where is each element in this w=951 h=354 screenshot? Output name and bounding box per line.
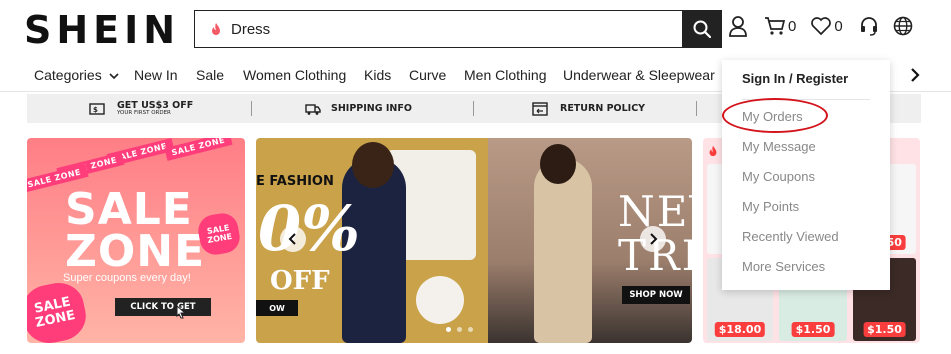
model-figure	[534, 158, 592, 343]
divider	[251, 101, 252, 116]
divider	[696, 101, 697, 116]
trending-flame-icon	[212, 23, 220, 35]
coupon-label: GET US$3 OFF	[117, 99, 194, 111]
return-label: RETURN POLICY	[560, 102, 646, 114]
pumpkin-decor	[416, 276, 464, 324]
nav-new-in[interactable]: New In	[134, 67, 178, 83]
nav-curve[interactable]: Curve	[409, 67, 446, 83]
cart-button[interactable]: 0	[764, 16, 796, 36]
return-policy[interactable]: RETURN POLICY	[532, 94, 645, 123]
nav-women-clothing[interactable]: Women Clothing	[243, 67, 346, 83]
nav-underwear-sleepwear[interactable]: Underwear & Sleepwear	[563, 67, 715, 83]
carousel-dot[interactable]	[457, 327, 462, 332]
flame-icon	[709, 145, 717, 157]
cart-icon	[765, 17, 786, 35]
chevron-left-icon	[288, 233, 296, 245]
carousel-shop-now-button[interactable]: SHOP NOW	[622, 286, 690, 304]
search-icon	[693, 20, 712, 39]
svg-text:$: $	[93, 106, 98, 114]
click-to-get-button[interactable]: CLICK TO GET	[115, 298, 211, 316]
heart-icon	[811, 17, 832, 36]
language-button[interactable]	[893, 16, 913, 36]
menu-item-more-services[interactable]: More Services	[742, 259, 825, 274]
search-bar[interactable]	[194, 10, 722, 48]
shipping-info[interactable]: SHIPPING INFO	[305, 94, 412, 123]
nav-categories[interactable]: Categories	[34, 67, 119, 83]
nav-next-arrow-icon[interactable]	[906, 66, 924, 84]
wishlist-count: 0	[834, 17, 843, 35]
header-icons: 0 0	[728, 15, 913, 37]
carousel-fashion-text: E FASHION	[256, 174, 334, 189]
price-tag: $1.50	[863, 322, 906, 337]
nav-sale[interactable]: Sale	[196, 67, 224, 83]
nav-label: Categories	[34, 67, 102, 83]
user-icon	[729, 16, 747, 37]
divider	[473, 101, 474, 116]
carousel-dot[interactable]	[468, 327, 473, 332]
menu-item-my-message[interactable]: My Message	[742, 139, 816, 154]
account-dropdown-menu: Sign In / Register My Orders My Message …	[722, 60, 890, 290]
wishlist-button[interactable]: 0	[810, 16, 843, 36]
cursor-hand-icon	[176, 305, 187, 319]
return-box-icon	[532, 101, 548, 116]
price-tag: $18.00	[714, 322, 766, 337]
search-input[interactable]	[231, 12, 682, 46]
shein-logo[interactable]: SHEIN	[24, 8, 180, 52]
carousel-discount-text: 0%	[258, 192, 361, 265]
menu-item-recently-viewed[interactable]: Recently Viewed	[742, 229, 839, 244]
model-hair	[352, 142, 394, 188]
sale-zone-corner-badge: SALE ZONE	[27, 278, 91, 343]
sign-in-register-link[interactable]: Sign In / Register	[742, 71, 848, 86]
coupon-info[interactable]: $ GET US$3 OFF YOUR FIRST ORDER	[89, 94, 193, 123]
carousel-dots	[446, 327, 473, 332]
account-button[interactable]	[728, 15, 750, 37]
sale-subtitle: Super coupons every day!	[63, 272, 191, 284]
support-button[interactable]	[859, 15, 879, 37]
headset-icon	[860, 17, 877, 36]
coupon-icon: $	[89, 102, 105, 115]
coupon-sublabel: YOUR FIRST ORDER	[117, 110, 171, 116]
globe-icon	[893, 16, 912, 36]
nav-men-clothing[interactable]: Men Clothing	[464, 67, 547, 83]
carousel-dot[interactable]	[446, 327, 451, 332]
chevron-down-icon	[109, 73, 119, 80]
shipping-label: SHIPPING INFO	[331, 102, 412, 114]
carousel-shop-now-left[interactable]: OW	[256, 300, 298, 316]
chevron-right-icon	[650, 233, 658, 245]
model-hair	[540, 144, 576, 184]
search-button[interactable]	[682, 10, 722, 48]
sale-zone-banner[interactable]: SALE ZONE SALE ZONE SALE ZONE SALE ZONE …	[27, 138, 245, 343]
nav-kids[interactable]: Kids	[364, 67, 391, 83]
carousel-off-text: OFF	[270, 266, 330, 296]
highlight-annotation-circle	[722, 98, 828, 133]
truck-icon	[305, 103, 321, 115]
carousel-next-button[interactable]	[640, 226, 666, 252]
price-tag: $1.50	[791, 322, 835, 337]
cart-count: 0	[788, 17, 797, 35]
carousel-prev-button[interactable]	[280, 226, 306, 252]
sale-ribbon: SALE ZONE	[164, 138, 233, 161]
sale-title-line2: ZONE	[65, 226, 206, 277]
menu-item-my-points[interactable]: My Points	[742, 199, 799, 214]
menu-item-my-coupons[interactable]: My Coupons	[742, 169, 815, 184]
hero-carousel[interactable]: E FASHION 0% OFF OW NEVTRE SHOP NOW	[256, 138, 692, 343]
